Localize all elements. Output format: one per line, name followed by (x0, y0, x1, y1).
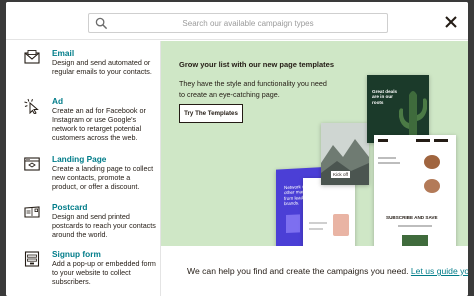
campaign-type-modal: Email Design and send automated or regul… (6, 2, 468, 296)
template-preview-subscribe: SUBSCRIBE AND SAVE (374, 135, 456, 246)
campaign-type-title: Signup form (52, 249, 101, 259)
form-icon (24, 251, 40, 267)
close-icon[interactable] (443, 14, 459, 30)
help-footer: We can help you find and create the camp… (161, 246, 468, 296)
template-preview-subscribe-heading: SUBSCRIBE AND SAVE (386, 215, 438, 220)
search-input[interactable] (113, 14, 383, 32)
promo-title: Grow your list with our new page templat… (179, 60, 335, 69)
campaign-type-description: Design and send automated or regular ema… (52, 58, 152, 77)
campaign-type-list: Email Design and send automated or regul… (6, 41, 161, 296)
campaign-type-description: Design and send printed postcards to rea… (52, 212, 156, 240)
cactus-image (399, 91, 427, 143)
browser-window-icon (24, 157, 40, 171)
template-preview-kick: Kick off (331, 171, 350, 179)
template-preview-light (303, 178, 355, 246)
help-text: We can help you find and create the camp… (187, 266, 409, 276)
campaign-type-description: Create an ad for Facebook or Instagram o… (52, 106, 146, 143)
campaign-type-title: Postcard (52, 202, 88, 212)
campaign-type-title: Email (52, 48, 75, 58)
help-footer-text: We can help you find and create the camp… (187, 266, 468, 276)
promo-body: They have the style and functionality yo… (179, 79, 327, 99)
campaign-type-email[interactable]: Email Design and send automated or regul… (20, 48, 158, 88)
campaign-type-title: Ad (52, 96, 64, 106)
modal-header (6, 2, 468, 40)
campaign-type-description: Create a landing page to collect new con… (52, 164, 154, 192)
envelope-icon (24, 50, 40, 64)
postcard-icon (24, 206, 40, 218)
template-preview-cactus: Great deals are in our roots (367, 75, 429, 143)
campaign-type-description: Add a pop-up or embedded form to your we… (52, 259, 156, 287)
template-preview-photo: Kick off (321, 123, 369, 185)
guide-link[interactable]: Let us guide you (411, 266, 468, 276)
campaign-type-landing-page[interactable]: Landing Page Create a landing page to co… (20, 154, 158, 200)
promo-panel: Grow your list with our new page templat… (161, 41, 468, 246)
campaign-type-postcard[interactable]: Postcard Design and send printed postcar… (20, 202, 158, 242)
campaign-type-signup-form[interactable]: Signup form Add a pop-up or embedded for… (20, 249, 158, 293)
try-templates-button[interactable]: Try The Templates (179, 104, 243, 123)
campaign-type-ad[interactable]: Ad Create an ad for Facebook or Instagra… (20, 96, 158, 152)
search-box[interactable] (88, 13, 388, 33)
search-icon (95, 17, 108, 30)
campaign-type-title: Landing Page (52, 154, 107, 164)
click-cursor-icon (24, 98, 39, 114)
